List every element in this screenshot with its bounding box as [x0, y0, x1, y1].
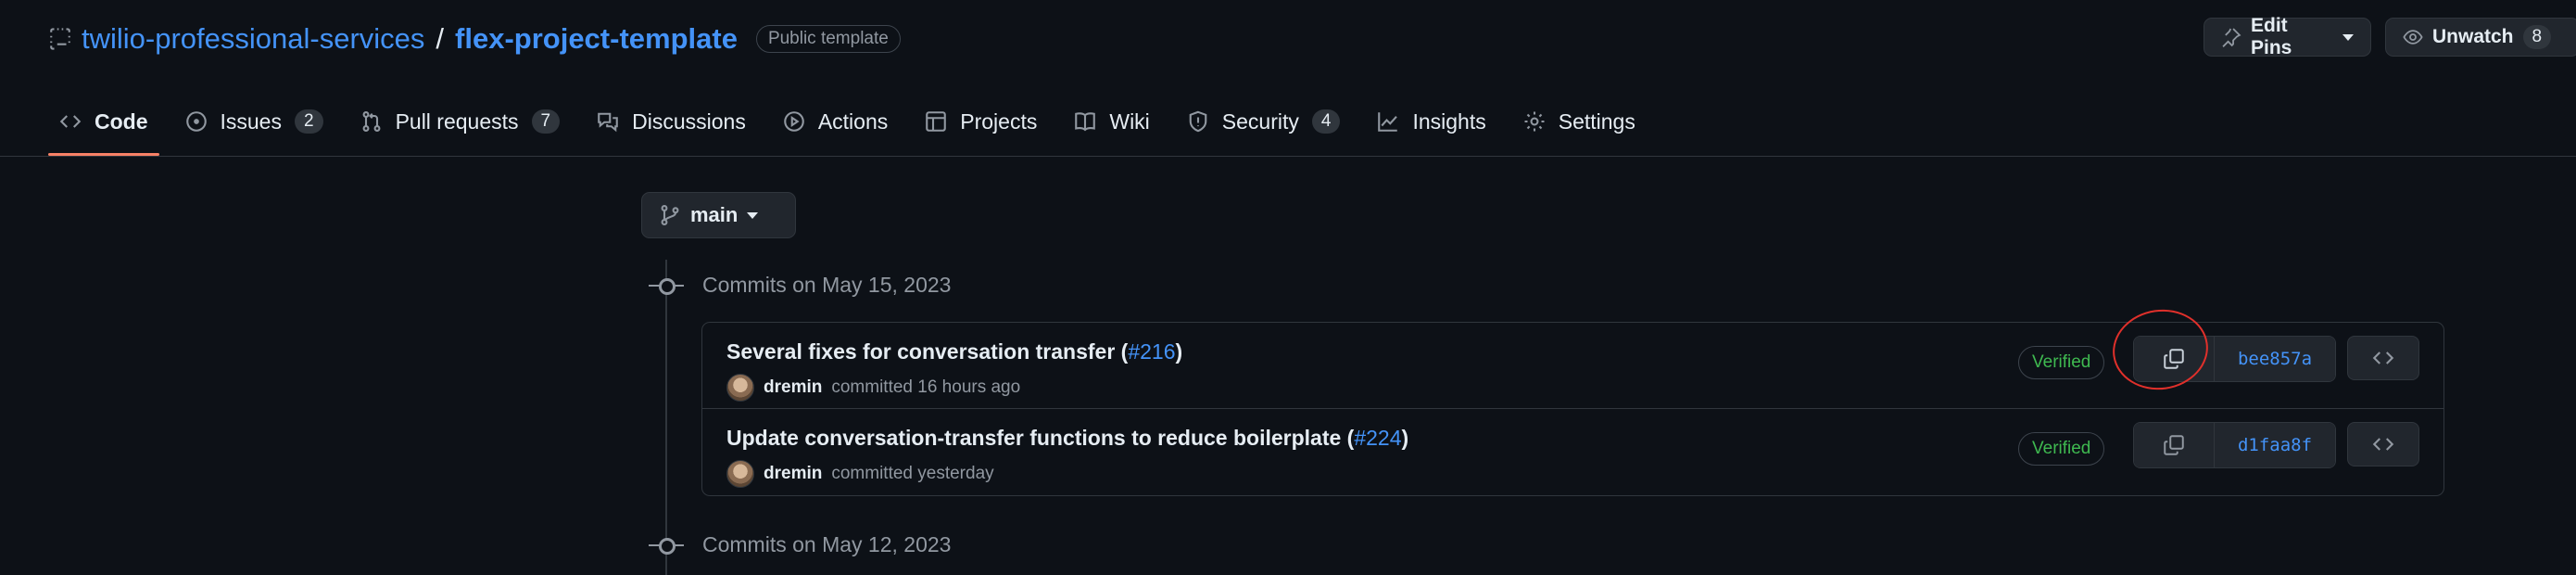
avatar[interactable] — [726, 460, 754, 488]
commit-group-heading: Commits on May 15, 2023 — [649, 273, 951, 298]
pin-icon — [2221, 27, 2241, 47]
commit-sha-link[interactable]: bee857a — [2214, 337, 2335, 381]
visibility-badge: Public template — [755, 25, 901, 53]
tab-counter: 4 — [1311, 109, 1341, 134]
commit-actions-group: d1faa8f — [2133, 422, 2336, 468]
branch-select-button[interactable]: main — [641, 192, 796, 238]
edit-pins-label: Edit Pins — [2251, 15, 2292, 58]
watch-count: 8 — [2522, 25, 2552, 49]
tab-label: Issues — [220, 109, 282, 134]
verified-badge[interactable]: Verified — [2018, 432, 2105, 466]
commit-meta: dremin committed yesterday — [726, 460, 994, 488]
tab-counter: 7 — [531, 109, 561, 134]
unwatch-button[interactable]: Unwatch 8 — [2385, 18, 2576, 57]
issue-opened-icon — [185, 110, 208, 133]
commit-row: Update conversation-transfer functions t… — [702, 409, 2443, 495]
repo-template-icon — [48, 27, 72, 51]
repo-owner-link[interactable]: twilio-professional-services — [82, 22, 424, 56]
chevron-down-icon — [2342, 33, 2354, 41]
commit-meta: dremin committed 16 hours ago — [726, 374, 1020, 402]
commit-title-link[interactable]: Update conversation-transfer functions t… — [726, 426, 1408, 451]
git-commit-icon — [649, 536, 684, 555]
tab-projects[interactable]: Projects — [914, 98, 1048, 145]
tab-label: Projects — [960, 109, 1038, 134]
tab-insights[interactable]: Insights — [1366, 98, 1496, 145]
pr-link[interactable]: #216 — [1128, 339, 1175, 364]
tab-code[interactable]: Code — [48, 98, 159, 156]
tab-label: Code — [95, 109, 148, 134]
verified-badge[interactable]: Verified — [2018, 346, 2105, 379]
code-icon — [2372, 433, 2394, 455]
tab-label: Pull requests — [395, 109, 519, 134]
commit-title-end: ) — [1175, 339, 1183, 364]
commit-group-heading: Commits on May 12, 2023 — [649, 532, 951, 557]
repo-nav-tabs: Code Issues 2 Pull requests 7 Discussion… — [48, 98, 1661, 156]
copy-sha-button[interactable] — [2134, 423, 2214, 467]
book-icon — [1074, 110, 1096, 133]
commit-title-link[interactable]: Several fixes for conversation transfer … — [726, 339, 1182, 364]
code-icon — [2372, 347, 2394, 369]
commit-title-end: ) — [1401, 426, 1409, 450]
table-icon — [925, 110, 947, 133]
tab-settings[interactable]: Settings — [1512, 98, 1647, 145]
tab-label: Settings — [1558, 109, 1635, 134]
repo-name-link[interactable]: flex-project-template — [455, 22, 738, 56]
repo-title: twilio-professional-services / flex-proj… — [48, 19, 901, 59]
edit-pins-button[interactable]: Edit Pins — [2203, 15, 2371, 58]
eye-icon — [2403, 27, 2423, 47]
timeline-line — [665, 260, 667, 575]
tab-label: Wiki — [1109, 109, 1150, 134]
commit-time: committed 16 hours ago — [831, 377, 1021, 397]
git-branch-icon — [659, 204, 681, 226]
tab-discussions[interactable]: Discussions — [586, 98, 757, 145]
comment-discussion-icon — [597, 110, 619, 133]
code-icon — [59, 110, 82, 133]
commit-group-date: Commits on May 15, 2023 — [702, 273, 952, 297]
tab-pull-requests[interactable]: Pull requests 7 — [349, 98, 572, 145]
commit-sha-link[interactable]: d1faa8f — [2214, 423, 2335, 467]
tab-wiki[interactable]: Wiki — [1063, 98, 1160, 145]
tab-label: Security — [1221, 109, 1299, 134]
unwatch-label: Unwatch — [2432, 26, 2514, 47]
play-icon — [783, 110, 805, 133]
author-link[interactable]: dremin — [764, 464, 822, 484]
branch-name: main — [690, 203, 739, 226]
browse-repo-button[interactable] — [2347, 422, 2419, 466]
author-link[interactable]: dremin — [764, 377, 822, 398]
avatar[interactable] — [726, 374, 754, 402]
git-commit-icon — [649, 276, 684, 295]
repo-header: twilio-professional-services / flex-proj… — [0, 0, 2576, 157]
commit-group-date: Commits on May 12, 2023 — [702, 532, 952, 556]
pr-link[interactable]: #224 — [1354, 426, 1401, 450]
tab-label: Insights — [1412, 109, 1486, 134]
commit-time: committed yesterday — [831, 464, 994, 483]
copy-icon — [2163, 434, 2185, 456]
browse-repo-button[interactable] — [2347, 336, 2419, 380]
graph-icon — [1377, 110, 1399, 133]
tab-issues[interactable]: Issues 2 — [174, 98, 335, 145]
tab-label: Discussions — [632, 109, 746, 134]
commit-title-text: Update conversation-transfer functions t… — [726, 426, 1355, 450]
tab-actions[interactable]: Actions — [772, 98, 899, 145]
shield-icon — [1187, 110, 1209, 133]
git-pull-request-icon — [360, 110, 383, 133]
repo-path-separator: / — [436, 22, 445, 55]
gear-icon — [1523, 110, 1546, 133]
chevron-down-icon — [747, 211, 759, 219]
commit-title-text: Several fixes for conversation transfer … — [726, 339, 1129, 364]
tab-label: Actions — [817, 109, 889, 134]
tab-counter: 2 — [294, 109, 323, 134]
tab-security[interactable]: Security 4 — [1176, 98, 1352, 145]
